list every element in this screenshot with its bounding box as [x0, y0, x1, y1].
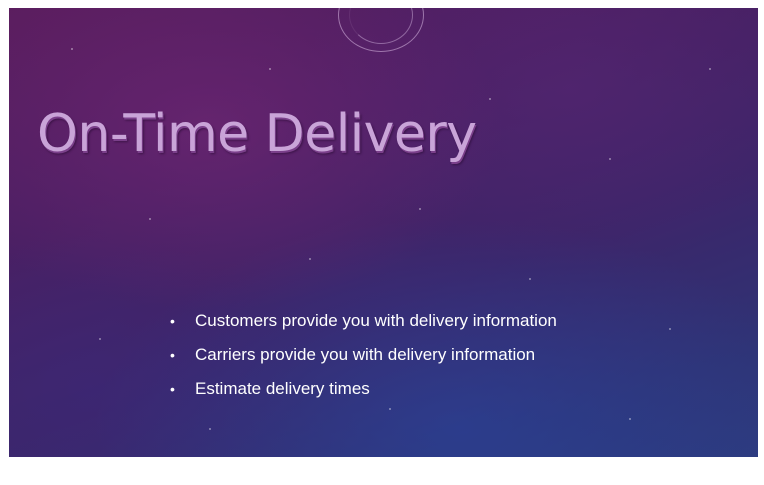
star — [529, 278, 531, 280]
star — [269, 68, 271, 70]
bullet-point-icon: • — [170, 313, 175, 329]
bullet-point-icon: • — [170, 381, 175, 397]
star — [419, 208, 421, 210]
star — [309, 258, 311, 260]
star — [669, 328, 671, 330]
bullet-text: Estimate delivery times — [195, 379, 370, 398]
star — [149, 218, 151, 220]
screenshot-frame: On-Time Delivery • Customers provide you… — [0, 0, 764, 485]
presentation-slide: On-Time Delivery • Customers provide you… — [9, 8, 758, 457]
bullet-item: • Estimate delivery times — [167, 377, 637, 401]
star — [709, 68, 711, 70]
star — [489, 98, 491, 100]
star — [71, 48, 73, 50]
bullet-text: Carriers provide you with delivery infor… — [195, 345, 536, 364]
bullet-list: • Customers provide you with delivery in… — [167, 309, 637, 411]
bullet-text: Customers provide you with delivery info… — [195, 311, 557, 330]
bullet-item: • Customers provide you with delivery in… — [167, 309, 637, 333]
bullet-item: • Carriers provide you with delivery inf… — [167, 343, 637, 367]
star — [609, 158, 611, 160]
star — [629, 418, 631, 420]
bullet-point-icon: • — [170, 347, 175, 363]
star — [209, 428, 211, 430]
star — [99, 338, 101, 340]
slide-title: On-Time Delivery — [37, 104, 477, 164]
